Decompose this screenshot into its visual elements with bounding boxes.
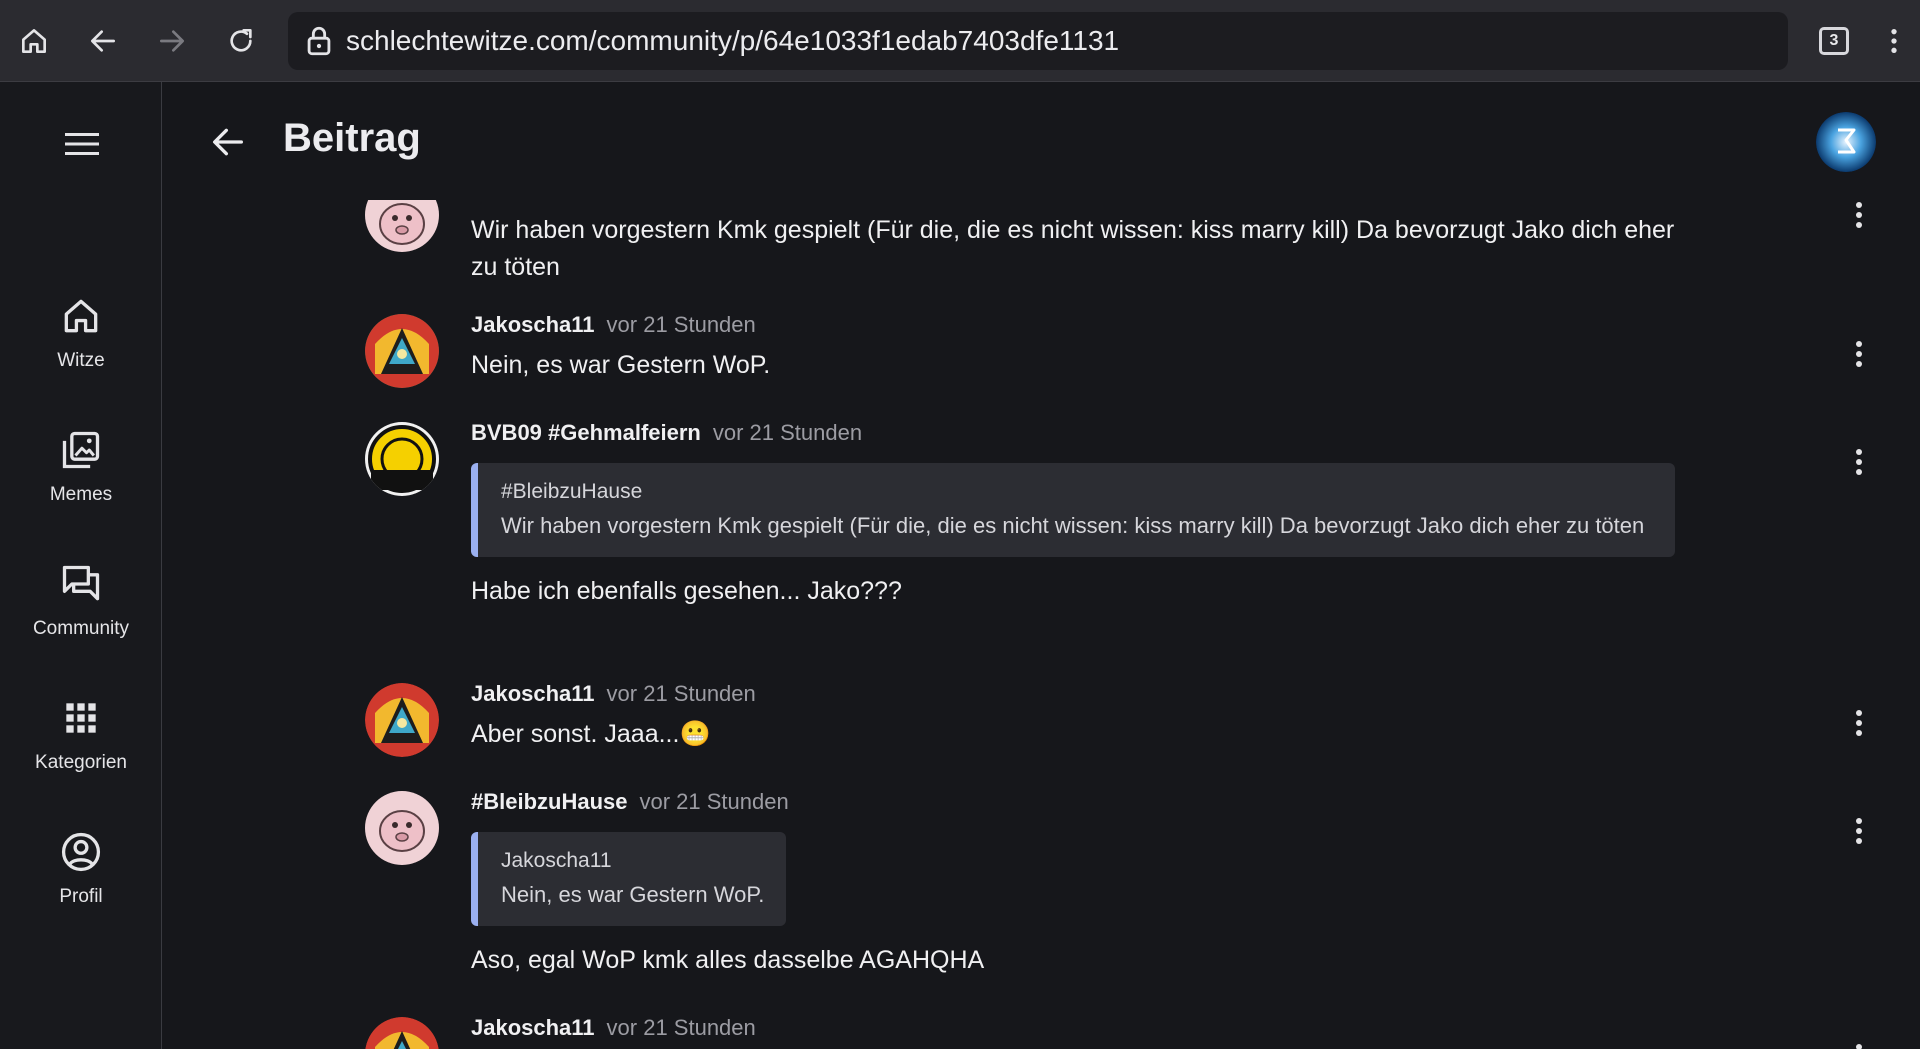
more-vertical-icon[interactable] <box>1849 447 1869 477</box>
more-vertical-icon[interactable] <box>1849 708 1869 738</box>
comment-time: vor 21 Stunden <box>606 1015 756 1040</box>
avatar[interactable] <box>365 422 439 496</box>
pyramid-avatar-image <box>365 683 439 757</box>
more-vertical-icon[interactable] <box>1849 1042 1869 1049</box>
comment-author[interactable]: BVB09 #Gehmalfeiern <box>471 420 701 445</box>
comment-text: Wir haben vorgestern Kmk gespielt (Für d… <box>471 216 1675 281</box>
sidebar-item-kategorien[interactable]: Kategorien <box>0 696 162 806</box>
arrow-left-icon <box>91 30 115 52</box>
back-arrow-icon[interactable] <box>208 122 248 162</box>
images-icon <box>62 431 100 469</box>
page-title: Beitrag <box>283 116 421 160</box>
sidebar-item-community[interactable]: Community <box>0 562 162 672</box>
avatar[interactable] <box>365 683 439 757</box>
browser-reload-button[interactable] <box>220 20 262 62</box>
arrow-right-icon <box>160 30 184 52</box>
comment-time: vor 21 Stunden <box>639 789 789 814</box>
comment-thread: Wir haben vorgestern Kmk gespielt (Für d… <box>163 200 1920 1049</box>
hamburger-menu-icon <box>65 133 99 155</box>
avatar[interactable] <box>365 791 439 865</box>
more-vertical-icon <box>1891 29 1897 53</box>
bvb-logo-avatar-image <box>365 422 439 496</box>
forum-icon <box>62 565 100 601</box>
comment-author[interactable]: Jakoscha11 <box>471 1015 595 1040</box>
sidebar-item-label: Witze <box>57 350 105 371</box>
comment-text: Habe ich ebenfalls gesehen... Jako??? <box>471 577 902 605</box>
home-icon <box>22 29 46 53</box>
avatar[interactable] <box>365 314 439 388</box>
app-header: Beitrag <box>163 82 1920 200</box>
quote-text: Nein, es war Gestern WoP. <box>501 882 765 907</box>
comment-author[interactable]: Jakoscha11 <box>471 312 595 337</box>
browser-menu-button[interactable] <box>1872 20 1916 62</box>
home-icon <box>64 299 98 333</box>
quote-text: Wir haben vorgestern Kmk gespielt (Für d… <box>501 513 1645 538</box>
comment-text: Aber sonst. Jaaa...😬 <box>471 720 711 748</box>
reload-icon <box>230 29 252 52</box>
browser-back-button[interactable] <box>82 20 124 62</box>
sidebar-item-memes[interactable]: Memes <box>0 428 162 538</box>
more-vertical-icon[interactable] <box>1849 816 1869 846</box>
sidebar-item-label: Community <box>32 618 130 639</box>
tab-switcher-button[interactable]: 3 <box>1819 27 1849 55</box>
more-vertical-icon[interactable] <box>1849 339 1869 369</box>
quote-author: Jakoscha11 <box>501 849 612 872</box>
comment-text: Nein, es war Gestern WoP. <box>471 351 771 379</box>
apps-grid-icon <box>66 703 96 733</box>
quoted-comment[interactable]: #BleibzuHause Wir haben vorgestern Kmk g… <box>471 463 1675 557</box>
sidebar-item-label: Kategorien <box>35 752 127 773</box>
user-avatar-image <box>1816 112 1876 172</box>
user-avatar[interactable] <box>1816 112 1876 172</box>
lock-icon <box>307 26 331 56</box>
sidebar-item-label: Memes <box>49 484 113 505</box>
sidebar-item-profil[interactable]: Profil <box>0 830 162 940</box>
sidebar-item-label: Profil <box>59 886 103 907</box>
sidebar-item-witze[interactable]: Witze <box>0 294 162 404</box>
comment-text: Aso, egal WoP kmk alles dasselbe AGAHQHA <box>471 946 985 974</box>
account-circle-icon <box>61 832 101 872</box>
more-vertical-icon[interactable] <box>1849 200 1869 230</box>
browser-home-button[interactable] <box>13 20 55 62</box>
comment-author[interactable]: #BleibzuHause <box>471 789 628 814</box>
browser-forward-button[interactable] <box>151 20 193 62</box>
comment-author[interactable]: Jakoscha11 <box>471 681 595 706</box>
url-text[interactable]: schlechtewitze.com/community/p/64e1033f1… <box>346 25 1119 57</box>
comment-time: vor 21 Stunden <box>712 420 863 445</box>
menu-button[interactable] <box>60 122 104 166</box>
pig-avatar-image <box>365 791 439 865</box>
quoted-comment[interactable]: Jakoscha11 Nein, es war Gestern WoP. <box>471 832 787 926</box>
pyramid-avatar-image <box>365 314 439 388</box>
avatar[interactable] <box>365 1017 439 1049</box>
comment-time: vor 21 Stunden <box>606 312 756 337</box>
quote-author: #BleibzuHause <box>501 480 643 503</box>
pig-avatar-image <box>365 200 439 252</box>
pyramid-avatar-image <box>365 1017 439 1049</box>
browser-toolbar: schlechtewitze.com/community/p/64e1033f1… <box>0 0 1920 82</box>
comment-time: vor 21 Stunden <box>606 681 756 706</box>
address-bar[interactable]: schlechtewitze.com/community/p/64e1033f1… <box>288 12 1788 70</box>
sidebar: Witze Memes Community Kategorien Profil <box>0 82 162 1049</box>
avatar[interactable] <box>365 200 439 252</box>
